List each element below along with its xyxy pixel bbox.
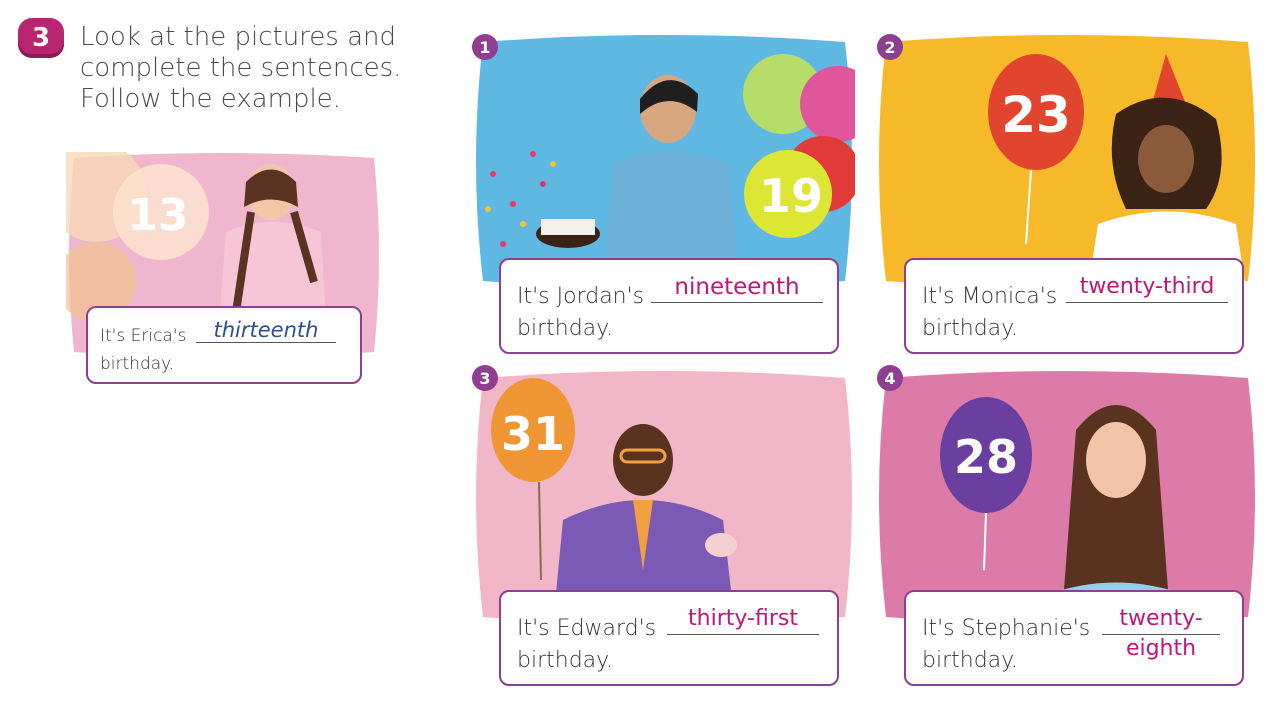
sentence-prefix-4: It's Stephanie's bbox=[922, 616, 1091, 641]
sentence-card-2: It's Monica's twenty-third birthday. bbox=[904, 258, 1244, 354]
sentence-prefix-2: It's Monica's bbox=[922, 284, 1058, 309]
instruction-line: Follow the example. bbox=[80, 84, 341, 114]
sentence-prefix-1: It's Jordan's bbox=[517, 284, 645, 309]
answer-4-line1: twenty- bbox=[1119, 606, 1203, 631]
instruction-line: Look at the pictures and bbox=[80, 22, 397, 52]
photo-jordan: 19 bbox=[473, 34, 855, 289]
answer-2: twenty-third bbox=[1079, 274, 1215, 299]
photo-stephanie: 28 bbox=[876, 370, 1258, 625]
example-balloon-number: 13 bbox=[127, 190, 188, 241]
example-sentence-suffix: birthday. bbox=[100, 354, 175, 374]
sentence-prefix-3: It's Edward's bbox=[517, 616, 657, 641]
photo-edward: 31 bbox=[473, 370, 855, 625]
sentence-suffix-3: birthday. bbox=[517, 648, 614, 673]
example-answer: thirteenth bbox=[213, 318, 319, 342]
instructions: Look at the pictures and complete the se… bbox=[80, 22, 420, 115]
example-sentence-card: It's Erica's thirteenth birthday. bbox=[86, 306, 362, 384]
answer-1: nineteenth bbox=[674, 274, 800, 300]
answer-3: thirty-first bbox=[688, 606, 798, 631]
answer-line-3 bbox=[667, 634, 819, 635]
item-number-badge-4: 4 bbox=[877, 365, 903, 391]
sentence-card-4: It's Stephanie's twenty- eighth birthday… bbox=[904, 590, 1244, 686]
balloon-number-4: 28 bbox=[954, 430, 1018, 484]
sentence-suffix-2: birthday. bbox=[922, 316, 1019, 341]
item-number-badge-2: 2 bbox=[877, 34, 903, 60]
sentence-suffix-4: birthday. bbox=[922, 648, 1019, 673]
balloon-number-2: 23 bbox=[1001, 86, 1071, 144]
example-answer-line bbox=[196, 342, 336, 343]
answer-line-2 bbox=[1066, 302, 1228, 303]
sentence-card-1: It's Jordan's nineteenth birthday. bbox=[499, 258, 839, 354]
answer-line-1 bbox=[651, 302, 823, 303]
sentence-suffix-1: birthday. bbox=[517, 316, 614, 341]
sentence-card-3: It's Edward's thirty-first birthday. bbox=[499, 590, 839, 686]
balloon-number-1: 19 bbox=[759, 169, 823, 223]
instruction-line: complete the sentences. bbox=[80, 53, 402, 83]
answer-4-line2: eighth bbox=[1125, 636, 1197, 661]
exercise-number-badge: 3 bbox=[18, 18, 64, 58]
answer-line-4 bbox=[1102, 634, 1220, 635]
item-number-badge-1: 1 bbox=[472, 34, 498, 60]
example-sentence-prefix: It's Erica's bbox=[100, 326, 187, 346]
photo-monica: 23 bbox=[876, 34, 1258, 289]
balloon-number-3: 31 bbox=[501, 407, 565, 461]
item-number-badge-3: 3 bbox=[472, 365, 498, 391]
